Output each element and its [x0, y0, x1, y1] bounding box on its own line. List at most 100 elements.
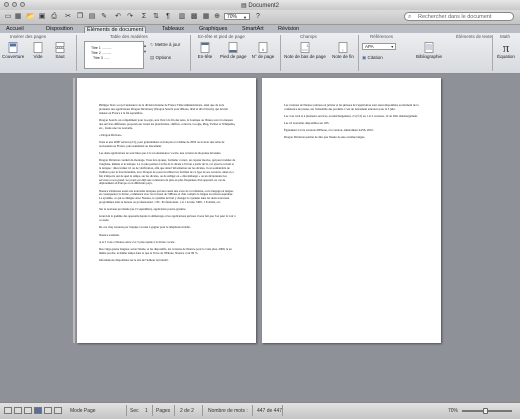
svg-text:i: i: [343, 48, 344, 53]
citations-button[interactable]: ▣ Citation: [362, 55, 383, 61]
paragraph: Les 3 au total et à plusieurs services, …: [284, 114, 418, 118]
tab-disposition[interactable]: Disposition: [44, 26, 75, 33]
help-icon[interactable]: ?: [254, 13, 262, 20]
chevron-down-icon: ▼: [243, 15, 247, 20]
footer-button[interactable]: Pied de page: [220, 42, 247, 59]
break-label: Saut: [55, 54, 65, 59]
paragraph: Les versions de Nuance prévues en janvie…: [284, 103, 419, 111]
status-divider: [126, 405, 127, 416]
standard-toolbar: ▭ ▦ 📂 ▣ ⎙ ✂ ❐ ▤ ✎ ↶ ↷ Σ ⇅ ¶ ▥ ▩ ▦ ⊕ 70% …: [0, 10, 520, 25]
gallery-icon[interactable]: ▩: [190, 13, 198, 20]
draft-view-button[interactable]: [4, 407, 12, 414]
toc-gallery[interactable]: Titre 1 .......... Titre 2 .......... Ti…: [84, 41, 144, 69]
header-button[interactable]: En-tête: [195, 42, 215, 59]
copy-icon[interactable]: ❐: [76, 13, 84, 20]
header-label: En-tête: [197, 54, 213, 59]
notebook-view-button[interactable]: [44, 407, 52, 414]
document-page-2[interactable]: Les versions de Nuance prévues en janvie…: [262, 78, 441, 343]
cover-page-icon: [8, 42, 18, 53]
toc-options-button[interactable]: ▤ Options: [150, 55, 171, 61]
footnote-button[interactable]: 1 Note de bas de page: [283, 42, 327, 59]
group-title-references: Références: [370, 34, 394, 39]
format-painter-icon[interactable]: ✎: [100, 13, 108, 20]
equation-label: Équation: [497, 54, 515, 59]
group-title-header-footer: En-tête et pied de page: [198, 34, 245, 39]
tab-revision[interactable]: Révision: [276, 26, 301, 33]
tab-accueil[interactable]: Accueil: [4, 26, 26, 33]
search-input[interactable]: ⌕ Rechercher dans le document: [404, 12, 514, 21]
word-count-value[interactable]: 447 de 447: [257, 408, 282, 414]
undo-icon[interactable]: ↶: [114, 13, 122, 20]
options-icon: ▤: [150, 55, 155, 60]
redo-icon[interactable]: ↷: [126, 13, 134, 20]
update-label: Mettre à jour: [155, 42, 181, 47]
refresh-icon: ↻: [150, 42, 154, 47]
blank-page-icon: [33, 42, 43, 53]
print-icon[interactable]: ⎙: [50, 13, 58, 20]
sort-icon[interactable]: ⇅: [152, 13, 160, 20]
group-title-toc: Table des matières: [110, 34, 148, 39]
pages-value: 2 de 2: [180, 408, 194, 414]
tab-tableaux[interactable]: Tableaux: [160, 26, 186, 33]
zoom-icon[interactable]: ⊕: [213, 13, 221, 20]
cover-page-button[interactable]: Couverture: [2, 42, 24, 59]
page-break-icon: [55, 42, 65, 53]
cover-label: Couverture: [2, 54, 25, 59]
chevron-down-icon: ▼: [390, 45, 394, 49]
paragraph: De ces cinq versions par l'équipe vocale…: [99, 225, 191, 230]
print-layout-view-button[interactable]: [34, 407, 42, 414]
citation-style-select[interactable]: APA ▼: [362, 43, 396, 50]
focus-view-button[interactable]: [54, 407, 62, 414]
window-title-text: Document2: [248, 2, 280, 9]
toc-line: Titre 3 ......: [93, 56, 110, 60]
vertical-ruler: [73, 78, 75, 343]
status-divider: [202, 405, 203, 416]
view-mode-label: Mode Page: [70, 408, 96, 414]
header-icon: [200, 42, 210, 53]
zoom-slider-handle[interactable]: [483, 407, 488, 414]
ribbon-separator: [76, 35, 77, 71]
endnote-button[interactable]: i Note de fin: [330, 42, 356, 59]
tab-label: Graphiques: [199, 26, 228, 32]
sidebar-icon[interactable]: ▥: [178, 13, 186, 20]
update-toc-button[interactable]: ↻ Mettre à jour: [150, 42, 180, 48]
tab-label: Révision: [278, 26, 300, 32]
paragraph: Informations disponibles sur le site de …: [99, 257, 169, 262]
document-page-1[interactable]: Philippe Starr a reçu l'assistance de la…: [77, 78, 256, 343]
status-divider: [252, 405, 253, 416]
footer-label: Pied de page: [220, 54, 247, 59]
paragraph: Tests et une 2000 version (2.5), pour gr…: [99, 139, 225, 148]
templates-icon[interactable]: ▦: [14, 13, 22, 20]
tab-smartart[interactable]: SmartArt: [240, 26, 266, 33]
toolbox-icon[interactable]: ▦: [202, 13, 210, 20]
zoom-select[interactable]: 70% ▼: [224, 13, 250, 20]
outline-view-button[interactable]: [14, 407, 22, 414]
paragraph-mark-icon[interactable]: ¶: [164, 13, 172, 20]
citations-label: Citation: [367, 55, 383, 60]
paste-icon[interactable]: ▤: [88, 13, 96, 20]
bibliography-button[interactable]: Bibliographie: [412, 42, 446, 59]
blank-page-button[interactable]: Vide: [30, 42, 46, 59]
bibliography-icon: [424, 42, 434, 53]
page-number-button[interactable]: # N° de page: [250, 42, 276, 59]
status-bar: Mode Page Sec 1 Pages 2 de 2 Nombre de m…: [0, 402, 520, 419]
equation-button[interactable]: π Équation: [494, 41, 518, 59]
new-doc-icon[interactable]: ▭: [4, 13, 12, 20]
paragraph: Également à trois versions d'iPhone, à l…: [284, 128, 374, 133]
tab-graphiques[interactable]: Graphiques: [197, 26, 229, 33]
open-icon[interactable]: 📂: [26, 13, 35, 20]
publishing-view-button[interactable]: [24, 407, 32, 414]
group-title-fields: Champs: [300, 34, 317, 39]
paragraph: Les deux applications ne sont liées que …: [99, 150, 222, 155]
window-title: ▤ Document2: [0, 2, 520, 9]
save-icon[interactable]: ▣: [38, 13, 46, 20]
autosum-icon[interactable]: Σ: [140, 13, 148, 20]
group-title-text-elements: Éléments de texte: [456, 34, 493, 39]
ribbon-separator: [492, 35, 493, 71]
footer-icon: [228, 42, 238, 53]
paragraph: A la 3 vous a Nuance entre 2 et 5 plus r…: [99, 239, 175, 244]
cut-icon[interactable]: ✂: [64, 13, 72, 20]
page-break-button[interactable]: Saut: [52, 42, 68, 59]
toc-scroll-arrows[interactable]: ▲ ▼: [143, 43, 147, 55]
word-count-label: Nombre de mots :: [208, 408, 248, 414]
